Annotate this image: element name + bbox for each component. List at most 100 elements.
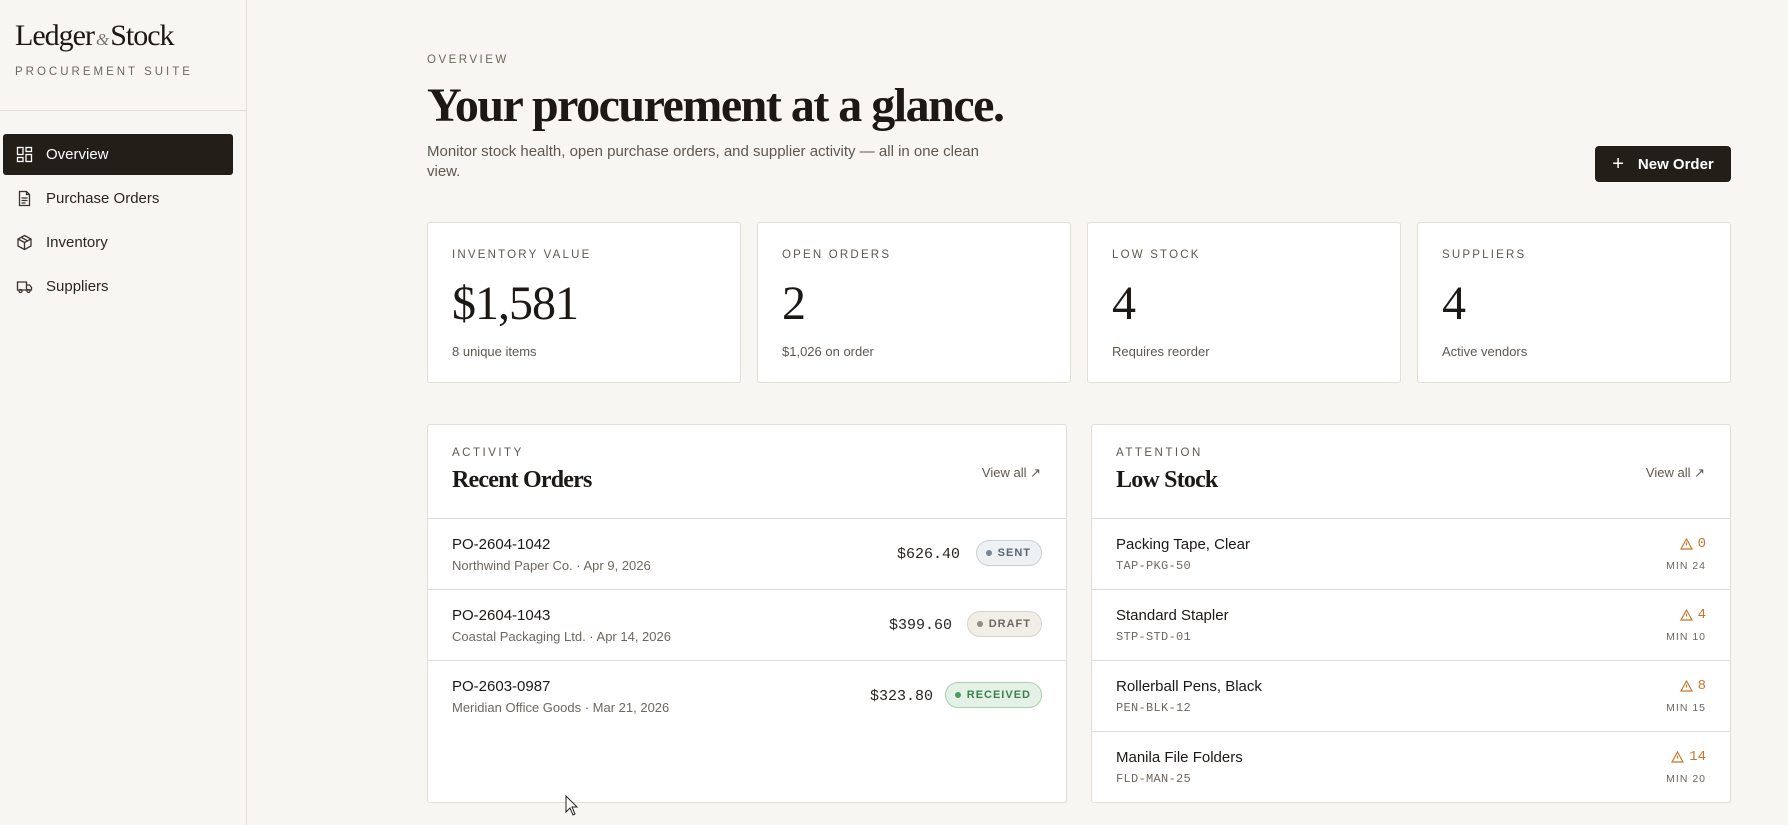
item-sku: PEN-BLK-12: [1116, 701, 1192, 715]
panel-eyebrow: ATTENTION: [1116, 447, 1203, 459]
status-dot-icon: [954, 692, 961, 698]
order-amount: $399.60: [888, 617, 952, 634]
stat-card-suppliers: SUPPLIERS 4 Active vendors: [1417, 222, 1731, 383]
status-badge: DRAFT: [966, 611, 1042, 637]
sidebar-item-label: Inventory: [46, 234, 108, 251]
stock-quantity: 14: [1671, 749, 1706, 765]
order-supplier-date: Coastal Packaging Ltd. · Apr 14, 2026: [452, 629, 671, 644]
warning-icon: [1679, 609, 1693, 621]
min-quantity: MIN 20: [1666, 773, 1706, 785]
sidebar: Ledger &Stock PROCUREMENT SUITE Overview …: [0, 0, 247, 825]
brand-ampersand: &: [95, 30, 109, 49]
panel-title: Recent Orders: [452, 467, 592, 493]
sidebar-item-overview[interactable]: Overview: [3, 134, 233, 175]
panel-header: ACTIVITY Recent Orders View all ↗: [428, 425, 1066, 519]
stat-label: INVENTORY VALUE: [452, 249, 592, 261]
page-eyebrow: OVERVIEW: [427, 54, 509, 66]
stock-quantity: 4: [1679, 607, 1706, 623]
low-stock-row[interactable]: Standard Stapler STP-STD-01 4 MIN 10: [1092, 590, 1730, 661]
order-amount: $323.80: [869, 688, 933, 705]
quantity-value: 14: [1689, 749, 1706, 765]
sidebar-item-suppliers[interactable]: Suppliers: [3, 266, 233, 307]
view-all-low-stock-link[interactable]: View all ↗: [1646, 465, 1705, 481]
min-quantity: MIN 24: [1666, 560, 1706, 572]
low-stock-row[interactable]: Manila File Folders FLD-MAN-25 14 MIN 20: [1092, 732, 1730, 803]
new-order-button[interactable]: + New Order: [1595, 146, 1731, 182]
status-dot-icon: [985, 550, 992, 556]
item-sku: TAP-PKG-50: [1116, 559, 1192, 573]
grid-icon: [16, 146, 33, 163]
order-supplier-date: Meridian Office Goods · Mar 21, 2026: [452, 700, 670, 715]
warning-icon: [1679, 680, 1693, 692]
stat-value: $1,581: [452, 277, 579, 330]
brand-subtitle: PROCUREMENT SUITE: [15, 66, 193, 78]
stat-label: LOW STOCK: [1112, 249, 1201, 261]
warning-icon: [1671, 751, 1685, 763]
panel-title: Low Stock: [1116, 467, 1218, 493]
sidebar-item-label: Overview: [46, 146, 109, 163]
stat-card-low-stock: LOW STOCK 4 Requires reorder: [1087, 222, 1401, 383]
stats-row: INVENTORY VALUE $1,581 8 unique items OP…: [427, 222, 1731, 383]
mouse-cursor-icon: [565, 795, 579, 816]
status-badge: RECEIVED: [944, 682, 1042, 708]
item-name: Packing Tape, Clear: [1116, 536, 1250, 553]
status-label: RECEIVED: [966, 689, 1031, 701]
plus-icon: +: [1612, 153, 1624, 175]
truck-icon: [16, 278, 33, 295]
sidebar-item-purchase-orders[interactable]: Purchase Orders: [3, 178, 233, 219]
stat-note: Active vendors: [1442, 344, 1528, 359]
item-sku: FLD-MAN-25: [1116, 772, 1192, 786]
recent-orders-panel: ACTIVITY Recent Orders View all ↗ PO-260…: [427, 424, 1067, 803]
order-id: PO-2604-1042: [452, 536, 551, 553]
stock-quantity: 0: [1679, 536, 1706, 552]
low-stock-panel: ATTENTION Low Stock View all ↗ Packing T…: [1091, 424, 1731, 803]
sidebar-item-label: Purchase Orders: [46, 190, 160, 207]
order-supplier-date: Northwind Paper Co. · Apr 9, 2026: [452, 558, 651, 573]
brand-logo[interactable]: Ledger &Stock: [15, 18, 231, 58]
sidebar-nav: Overview Purchase Orders Inventory Suppl…: [0, 111, 246, 307]
min-quantity: MIN 15: [1666, 702, 1706, 714]
brand-name-left: Ledger: [15, 19, 95, 52]
stat-value: 2: [782, 277, 806, 330]
quantity-value: 0: [1697, 536, 1706, 552]
item-name: Rollerball Pens, Black: [1116, 678, 1262, 695]
stock-quantity: 8: [1679, 678, 1706, 694]
item-sku: STP-STD-01: [1116, 630, 1192, 644]
view-all-orders-link[interactable]: View all ↗: [982, 465, 1041, 481]
stat-note: 8 unique items: [452, 344, 537, 359]
box-icon: [16, 234, 33, 251]
page-subtitle: Monitor stock health, open purchase orde…: [427, 143, 979, 180]
brand: Ledger &Stock PROCUREMENT SUITE: [0, 0, 246, 111]
stat-value: 4: [1112, 277, 1136, 330]
quantity-value: 8: [1697, 678, 1706, 694]
order-row[interactable]: PO-2603-0987 Meridian Office Goods · Mar…: [428, 661, 1066, 732]
status-label: SENT: [997, 547, 1031, 559]
page-title: Your procurement at a glance.: [427, 79, 1005, 132]
order-row[interactable]: PO-2604-1043 Coastal Packaging Ltd. · Ap…: [428, 590, 1066, 661]
order-row[interactable]: PO-2604-1042 Northwind Paper Co. · Apr 9…: [428, 519, 1066, 590]
brand-name-right: Stock: [110, 19, 174, 52]
stat-card-open-orders: OPEN ORDERS 2 $1,026 on order: [757, 222, 1071, 383]
status-dot-icon: [976, 621, 983, 627]
low-stock-row[interactable]: Packing Tape, Clear TAP-PKG-50 0 MIN 24: [1092, 519, 1730, 590]
warning-icon: [1679, 538, 1693, 550]
panel-header: ATTENTION Low Stock View all ↗: [1092, 425, 1730, 519]
sidebar-item-label: Suppliers: [46, 278, 109, 295]
stat-label: OPEN ORDERS: [782, 249, 892, 261]
stat-value: 4: [1442, 277, 1466, 330]
low-stock-row[interactable]: Rollerball Pens, Black PEN-BLK-12 8 MIN …: [1092, 661, 1730, 732]
panel-eyebrow: ACTIVITY: [452, 447, 524, 459]
stat-note: Requires reorder: [1112, 344, 1210, 359]
item-name: Manila File Folders: [1116, 749, 1243, 766]
stat-label: SUPPLIERS: [1442, 249, 1527, 261]
order-id: PO-2603-0987: [452, 678, 551, 695]
min-quantity: MIN 10: [1666, 631, 1706, 643]
status-label: DRAFT: [988, 618, 1031, 630]
sidebar-item-inventory[interactable]: Inventory: [3, 222, 233, 263]
stat-card-inventory-value: INVENTORY VALUE $1,581 8 unique items: [427, 222, 741, 383]
item-name: Standard Stapler: [1116, 607, 1229, 624]
document-icon: [16, 190, 33, 207]
new-order-label: New Order: [1637, 155, 1714, 173]
quantity-value: 4: [1697, 607, 1706, 623]
order-amount: $626.40: [896, 546, 960, 563]
